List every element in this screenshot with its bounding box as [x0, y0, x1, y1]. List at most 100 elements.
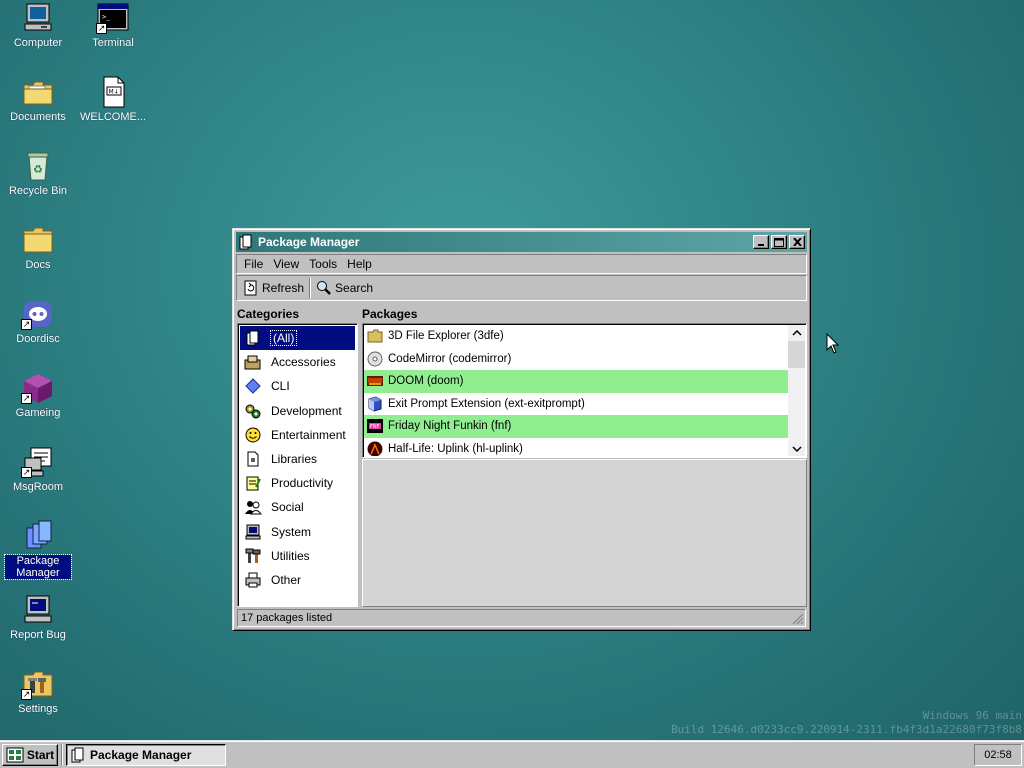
desktop-icon-settings[interactable]: ↗ Settings [0, 668, 76, 715]
folder-icon [21, 76, 55, 108]
desktop-icon-computer[interactable]: Computer [0, 2, 76, 49]
maximize-button[interactable] [771, 235, 787, 249]
desktop-icon-label: Report Bug [10, 629, 66, 641]
desktop-icon-label: Package Manager [4, 554, 72, 580]
taskbar-item-package-manager[interactable]: Package Manager [66, 743, 226, 766]
category-item-utilities[interactable]: Utilities [240, 544, 355, 568]
package-label: 3D File Explorer (3dfe) [388, 330, 504, 343]
library-icon [244, 450, 262, 468]
halflife-icon [367, 441, 383, 456]
desktop-icon-documents[interactable]: Documents [0, 76, 76, 123]
desktop-icon-recycle-bin[interactable]: ♻ Recycle Bin [0, 150, 76, 197]
toolbar: Refresh Search [236, 275, 807, 301]
minimize-button[interactable] [753, 235, 769, 249]
markdown-file-icon: M↓ [96, 76, 130, 108]
recycle-bin-icon: ♻ [21, 150, 55, 182]
terminal-icon: >_ ↗ [96, 2, 130, 34]
package-row[interactable]: Half-Life: Uplink (hl-uplink) [364, 438, 788, 456]
categories-list[interactable]: (All) Accessories CLI Development Entert… [237, 323, 358, 607]
msgroom-icon: ↗ [21, 446, 55, 478]
desktop-icon-msgroom[interactable]: ↗ MsgRoom [0, 446, 76, 493]
desktop-icon-label: Terminal [92, 37, 134, 49]
package-row[interactable]: FNF Friday Night Funkin (fnf) [364, 415, 788, 438]
category-item-social[interactable]: Social [240, 495, 355, 519]
category-label: CLI [271, 379, 290, 394]
category-item-development[interactable]: Development [240, 399, 355, 423]
menu-file[interactable]: File [239, 257, 268, 271]
resize-grip-icon[interactable] [792, 613, 804, 625]
categories-header: Categories [237, 307, 300, 321]
category-item-system[interactable]: System [240, 520, 355, 544]
packages-header: Packages [362, 307, 418, 321]
desktop-icon-label: Docs [25, 259, 51, 271]
menu-view[interactable]: View [268, 257, 304, 271]
desktop-icon-label: Settings [18, 703, 58, 715]
chevron-up-icon [791, 329, 802, 336]
folder-icon [21, 224, 55, 256]
notepad-icon [244, 474, 262, 492]
desktop-icon-label: Doordisc [16, 333, 60, 345]
cube-icon [368, 396, 382, 412]
category-label: Accessories [271, 355, 336, 370]
desktop-icon-label: WELCOME... [79, 111, 146, 123]
status-bar: 17 packages listed [237, 609, 806, 627]
category-item-other[interactable]: Other [240, 568, 355, 592]
desktop-icon-package-manager[interactable]: Package Manager [0, 520, 76, 580]
package-manager-window[interactable]: Package Manager File View Tools Help Ref… [232, 228, 811, 631]
scroll-up-button[interactable] [788, 325, 805, 340]
package-manager-icon [239, 234, 252, 250]
category-item-productivity[interactable]: Productivity [240, 471, 355, 495]
scroll-thumb[interactable] [788, 341, 805, 368]
pane-headers: Categories Packages [236, 305, 807, 323]
desktop-icon-gameing[interactable]: ↗ Gameing [0, 372, 76, 419]
packages-scrollbar[interactable] [788, 325, 805, 456]
package-row[interactable]: 3D File Explorer (3dfe) [364, 325, 788, 348]
package-row[interactable]: CodeMirror (codemirror) [364, 348, 788, 371]
cube-game-icon: ↗ [21, 372, 55, 404]
search-icon [317, 281, 331, 295]
category-item-libraries[interactable]: Libraries [240, 447, 355, 471]
package-label: Friday Night Funkin (fnf) [388, 420, 512, 433]
close-button[interactable] [789, 235, 805, 249]
desktop-icon-doordisc[interactable]: ↗ Doordisc [0, 298, 76, 345]
shortcut-arrow-icon: ↗ [21, 689, 32, 700]
desktop-icon-label: Documents [10, 111, 66, 123]
tools-icon [244, 547, 262, 565]
doordisc-icon: ↗ [21, 298, 55, 330]
refresh-label: Refresh [262, 281, 305, 295]
folder-icon [367, 329, 383, 343]
package-row[interactable]: Exit Prompt Extension (ext-exitprompt) [364, 393, 788, 416]
category-item-all[interactable]: (All) [240, 326, 355, 351]
gears-icon [244, 402, 262, 420]
system-tray-clock[interactable]: 02:58 [974, 743, 1022, 766]
package-label: CodeMirror (codemirror) [388, 352, 512, 365]
search-button[interactable]: Search [312, 277, 377, 299]
category-item-accessories[interactable]: Accessories [240, 350, 355, 374]
desktop-icon-docs[interactable]: Docs [0, 224, 76, 271]
desktop-icon-terminal[interactable]: >_ ↗ Terminal [75, 2, 151, 49]
category-item-entertainment[interactable]: Entertainment [240, 423, 355, 447]
printer-icon [244, 571, 262, 589]
start-button[interactable]: Start [2, 743, 58, 766]
cd-icon [367, 351, 383, 367]
people-icon [244, 498, 262, 516]
fnf-icon: FNF [367, 419, 383, 434]
minimize-icon [758, 244, 764, 246]
shortcut-arrow-icon: ↗ [21, 393, 32, 404]
menu-tools[interactable]: Tools [304, 257, 342, 271]
package-label: DOOM (doom) [388, 375, 464, 388]
toolbar-separator [309, 278, 312, 298]
packages-list[interactable]: 3D File Explorer (3dfe) CodeMirror (code… [362, 323, 807, 458]
desktop-icon-welcome[interactable]: M↓ WELCOME... [75, 76, 151, 123]
watermark-line-1: Windows 96 main [922, 709, 1022, 722]
svg-text:>_: >_ [102, 13, 111, 21]
window-titlebar[interactable]: Package Manager [236, 232, 807, 252]
refresh-button[interactable]: Refresh [239, 277, 308, 299]
scroll-down-button[interactable] [788, 441, 805, 456]
menu-help[interactable]: Help [342, 257, 377, 271]
package-row[interactable]: DOOM (doom) [364, 370, 788, 393]
close-icon [792, 238, 802, 246]
desktop-icon-report-bug[interactable]: Report Bug [0, 594, 76, 641]
category-item-cli[interactable]: CLI [240, 374, 355, 398]
taskbar: Start Package Manager 02:58 [0, 740, 1024, 768]
